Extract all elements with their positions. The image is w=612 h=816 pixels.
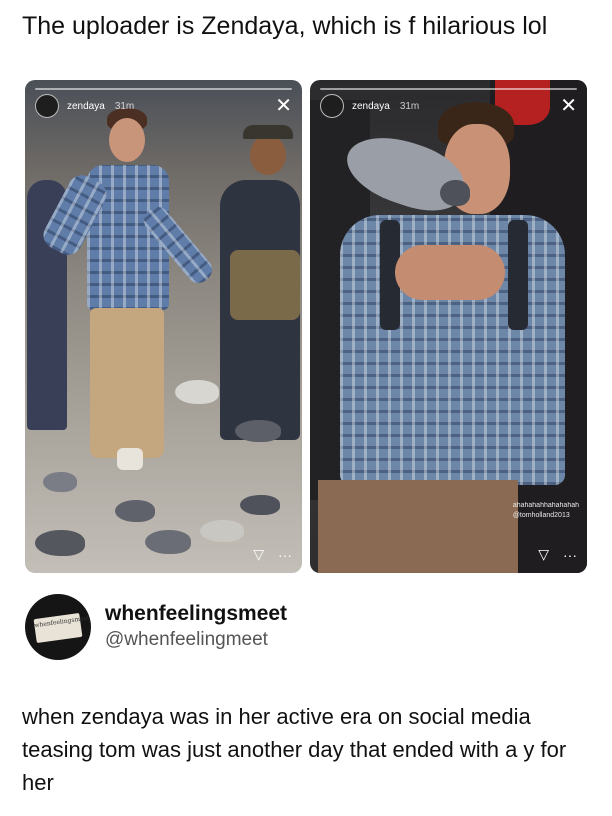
story-screenshot-right: zendaya 31m ✕ ahahahahhahahahah @tomholl…	[310, 80, 587, 573]
shoe	[117, 448, 143, 470]
story-username[interactable]: zendaya	[67, 101, 105, 112]
story-avatar[interactable]	[35, 94, 59, 118]
tweet-author: whenfeelingsmeet whenfeelingsmeet @whenf…	[25, 594, 287, 660]
backpack-strap	[508, 220, 528, 330]
watermark-tag[interactable]: @tomholland2013	[513, 511, 579, 521]
tweet-text: when zendaya was in her active era on so…	[22, 704, 567, 795]
story-timestamp: 31m	[114, 100, 135, 112]
close-icon[interactable]: ✕	[560, 96, 577, 116]
pigeon-head	[440, 180, 470, 206]
pigeon	[43, 472, 77, 492]
send-icon[interactable]: ▽	[538, 546, 549, 563]
story-screenshot-left: zendaya 31m ✕ ▽ ···	[25, 80, 302, 573]
avatar[interactable]: whenfeelingsmeet	[25, 594, 91, 660]
crowd-head	[250, 135, 286, 175]
close-icon[interactable]: ✕	[275, 96, 292, 116]
pigeon	[145, 530, 191, 554]
watermark-text: ahahahahhahahahah	[512, 502, 579, 509]
more-options-icon[interactable]: ···	[278, 547, 292, 563]
author-names: whenfeelingsmeet @whenfeelingmeet	[105, 601, 287, 653]
pigeon	[200, 520, 244, 542]
pigeon	[175, 380, 219, 404]
hands	[395, 245, 505, 300]
pigeon	[240, 495, 280, 515]
send-icon[interactable]: ▽	[253, 546, 264, 563]
user-handle[interactable]: @whenfeelingmeet	[105, 627, 287, 653]
avatar-card: whenfeelingsmeet	[33, 612, 90, 644]
khaki-pants	[90, 308, 164, 458]
head	[109, 118, 145, 162]
crowd-person	[230, 250, 300, 320]
story-footer: ▽ ···	[253, 546, 292, 563]
hat	[243, 125, 293, 139]
pigeon	[35, 530, 85, 556]
story-progress-bar	[320, 88, 577, 90]
story-watermark: ahahahahhahahahah @tomholland2013	[513, 501, 579, 521]
pigeon	[115, 500, 155, 522]
story-header: zendaya 31m ✕	[320, 94, 577, 118]
more-options-icon[interactable]: ···	[563, 547, 577, 563]
khaki-pants	[318, 480, 518, 573]
pigeon	[235, 420, 281, 442]
story-avatar[interactable]	[320, 94, 344, 118]
story-footer: ▽ ···	[538, 546, 577, 563]
story-progress-bar	[35, 88, 292, 90]
display-name[interactable]: whenfeelingsmeet	[105, 601, 287, 627]
story-timestamp: 31m	[399, 100, 420, 112]
story-username[interactable]: zendaya	[352, 101, 390, 112]
post-caption: The uploader is Zendaya, which is f hila…	[22, 12, 548, 40]
story-header: zendaya 31m ✕	[35, 94, 292, 118]
